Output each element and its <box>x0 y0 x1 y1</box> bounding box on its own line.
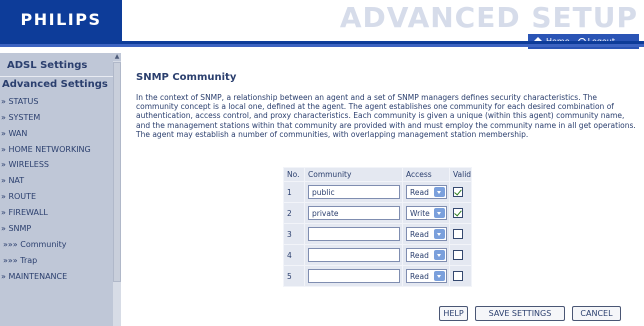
community-cell <box>305 266 402 286</box>
header-access: Access <box>403 168 449 181</box>
community-input[interactable]: public <box>308 185 400 199</box>
valid-checkbox[interactable] <box>453 250 463 260</box>
save-settings-button[interactable]: SAVE SETTINGS <box>475 306 565 321</box>
chevron-down-icon <box>434 229 445 239</box>
access-value: Read <box>410 229 429 239</box>
philips-logo: PHILIPS <box>20 10 102 29</box>
table-row: 3 Read <box>284 224 472 244</box>
access-cell: Read <box>403 266 449 286</box>
sidebar-item-firewall[interactable]: » FIREWALL <box>1 208 48 217</box>
logo-bar: PHILIPS <box>0 0 122 41</box>
sidebar-item-snmp[interactable]: » SNMP <box>1 224 31 233</box>
valid-checkbox[interactable] <box>453 271 463 281</box>
community-table: No. Community Access Valid 1 public Read… <box>283 167 473 287</box>
row-number: 2 <box>284 203 304 223</box>
access-value: Read <box>410 250 429 260</box>
sidebar-item-system[interactable]: » SYSTEM <box>1 113 40 122</box>
community-input[interactable] <box>308 269 400 283</box>
header-valid: Valid <box>450 168 472 181</box>
chevron-down-icon <box>434 187 445 197</box>
access-select[interactable]: Read <box>406 269 447 283</box>
valid-checkbox[interactable] <box>453 208 463 218</box>
valid-cell <box>450 266 472 286</box>
chevron-down-icon <box>434 208 445 218</box>
table-row: 2 private Write <box>284 203 472 223</box>
community-input[interactable] <box>308 227 400 241</box>
sidebar-advanced-settings[interactable]: Advanced Settings <box>0 79 113 90</box>
table-header-row: No. Community Access Valid <box>284 168 472 181</box>
row-number: 3 <box>284 224 304 244</box>
access-value: Write <box>410 208 430 218</box>
page-title: SNMP Community <box>136 72 237 83</box>
sidebar-item-wan[interactable]: » WAN <box>1 129 27 138</box>
sidebar-item-community[interactable]: »»» Community <box>3 240 67 249</box>
access-cell: Read <box>403 224 449 244</box>
help-button[interactable]: HELP <box>439 306 468 321</box>
valid-cell <box>450 203 472 223</box>
access-select[interactable]: Read <box>406 227 447 241</box>
access-select[interactable]: Write <box>406 206 447 220</box>
community-input[interactable]: private <box>308 206 400 220</box>
community-cell <box>305 224 402 244</box>
community-cell: private <box>305 203 402 223</box>
page-description: In the context of SNMP, a relationship b… <box>136 93 636 139</box>
scroll-up-icon[interactable]: ▲ <box>113 53 121 61</box>
sidebar-adsl-settings[interactable]: ADSL Settings <box>7 60 87 71</box>
access-value: Read <box>410 187 429 197</box>
sidebar-divider <box>0 76 113 77</box>
header-divider-light <box>0 44 644 47</box>
cancel-button[interactable]: CANCEL <box>572 306 621 321</box>
sidebar-item-route[interactable]: » ROUTE <box>1 192 36 201</box>
sidebar-item-maintenance[interactable]: » MAINTENANCE <box>1 272 67 281</box>
header-community: Community <box>305 168 402 181</box>
community-cell <box>305 245 402 265</box>
access-cell: Read <box>403 182 449 202</box>
row-number: 5 <box>284 266 304 286</box>
valid-cell <box>450 245 472 265</box>
valid-cell <box>450 182 472 202</box>
access-cell: Write <box>403 203 449 223</box>
community-cell: public <box>305 182 402 202</box>
valid-checkbox[interactable] <box>453 229 463 239</box>
page-section-title: ADVANCED SETUP <box>339 1 638 34</box>
access-cell: Read <box>403 245 449 265</box>
sidebar-item-status[interactable]: » STATUS <box>1 97 38 106</box>
chevron-down-icon <box>434 250 445 260</box>
header-no: No. <box>284 168 304 181</box>
sidebar <box>0 53 113 326</box>
access-select[interactable]: Read <box>406 185 447 199</box>
sidebar-scrollbar-thumb[interactable] <box>113 62 121 282</box>
row-number: 4 <box>284 245 304 265</box>
access-select[interactable]: Read <box>406 248 447 262</box>
chevron-down-icon <box>434 271 445 281</box>
table-row: 1 public Read <box>284 182 472 202</box>
valid-cell <box>450 224 472 244</box>
sidebar-item-home-networking[interactable]: » HOME NETWORKING <box>1 145 91 154</box>
sidebar-item-trap[interactable]: »»» Trap <box>3 256 37 265</box>
table-row: 5 Read <box>284 266 472 286</box>
sidebar-item-wireless[interactable]: » WIRELESS <box>1 160 49 169</box>
access-value: Read <box>410 271 429 281</box>
table-row: 4 Read <box>284 245 472 265</box>
sidebar-item-nat[interactable]: » NAT <box>1 176 24 185</box>
row-number: 1 <box>284 182 304 202</box>
community-input[interactable] <box>308 248 400 262</box>
valid-checkbox[interactable] <box>453 187 463 197</box>
